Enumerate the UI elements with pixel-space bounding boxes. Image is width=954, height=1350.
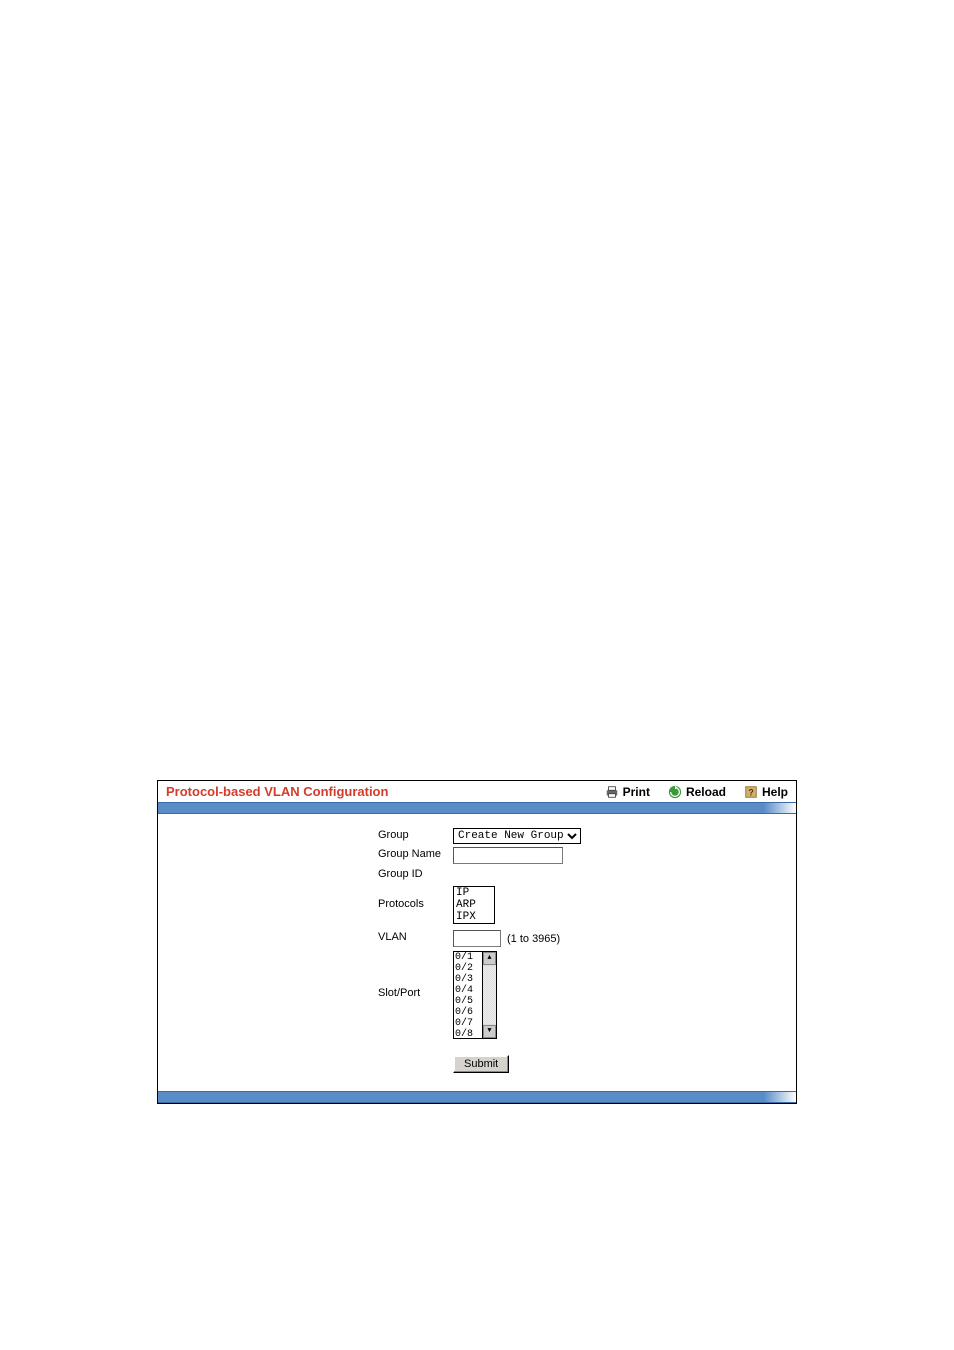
help-label: Help (762, 785, 788, 799)
separator-bar-top (158, 802, 796, 814)
form-area: Group Create New Group Group Name Group … (158, 814, 796, 1091)
vlan-input[interactable] (453, 930, 501, 947)
list-item[interactable]: 0/7 (454, 1018, 482, 1029)
svg-text:?: ? (748, 787, 753, 797)
list-item[interactable]: IP (454, 887, 494, 899)
group-name-input[interactable] (453, 847, 563, 864)
list-item[interactable]: 0/8 (454, 1029, 482, 1039)
list-item[interactable]: 0/4 (454, 985, 482, 996)
list-item[interactable]: 0/2 (454, 963, 482, 974)
row-group: Group Create New Group (158, 828, 796, 844)
row-vlan: VLAN (1 to 3965) (158, 930, 796, 947)
list-item[interactable]: 0/5 (454, 996, 482, 1007)
vlan-label: VLAN (158, 930, 453, 943)
list-item[interactable]: 0/6 (454, 1007, 482, 1018)
row-protocols: Protocols IP ARP IPX (158, 886, 796, 924)
list-item[interactable]: 0/1 (454, 952, 482, 963)
vlan-hint: (1 to 3965) (507, 933, 560, 945)
slot-port-label: Slot/Port (158, 951, 453, 999)
submit-row: Submit (158, 1055, 796, 1073)
printer-icon (605, 785, 619, 799)
protocols-listbox[interactable]: IP ARP IPX (453, 886, 495, 924)
reload-button[interactable]: Reload (668, 785, 726, 799)
help-button[interactable]: ? Help (744, 785, 788, 799)
submit-button[interactable]: Submit (453, 1055, 509, 1073)
row-group-name: Group Name (158, 847, 796, 864)
scrollbar[interactable]: ▲ ▼ (483, 951, 497, 1039)
scroll-up-icon[interactable]: ▲ (483, 952, 496, 965)
group-id-label: Group ID (158, 867, 453, 880)
group-name-label: Group Name (158, 847, 453, 860)
help-icon: ? (744, 785, 758, 799)
toolbar: Print Reload ? Help (605, 785, 788, 799)
print-label: Print (623, 785, 650, 799)
scroll-track[interactable] (483, 966, 496, 1024)
config-panel: Protocol-based VLAN Configuration Print … (157, 780, 797, 1104)
row-group-id: Group ID (158, 867, 796, 880)
list-item[interactable]: ARP (454, 899, 494, 911)
reload-icon (668, 785, 682, 799)
group-select[interactable]: Create New Group (453, 828, 581, 844)
list-item[interactable]: IPX (454, 911, 494, 923)
row-slot-port: Slot/Port 0/1 0/2 0/3 0/4 0/5 0/6 0/7 0/… (158, 951, 796, 1039)
panel-header: Protocol-based VLAN Configuration Print … (158, 781, 796, 802)
group-label: Group (158, 828, 453, 841)
slot-port-listbox[interactable]: 0/1 0/2 0/3 0/4 0/5 0/6 0/7 0/8 ▲ ▼ (453, 951, 497, 1039)
scroll-down-icon[interactable]: ▼ (483, 1025, 496, 1038)
protocols-label: Protocols (158, 886, 453, 910)
list-item[interactable]: 0/3 (454, 974, 482, 985)
separator-bar-bottom (158, 1091, 796, 1103)
page-title: Protocol-based VLAN Configuration (166, 784, 605, 799)
reload-label: Reload (686, 785, 726, 799)
print-button[interactable]: Print (605, 785, 650, 799)
